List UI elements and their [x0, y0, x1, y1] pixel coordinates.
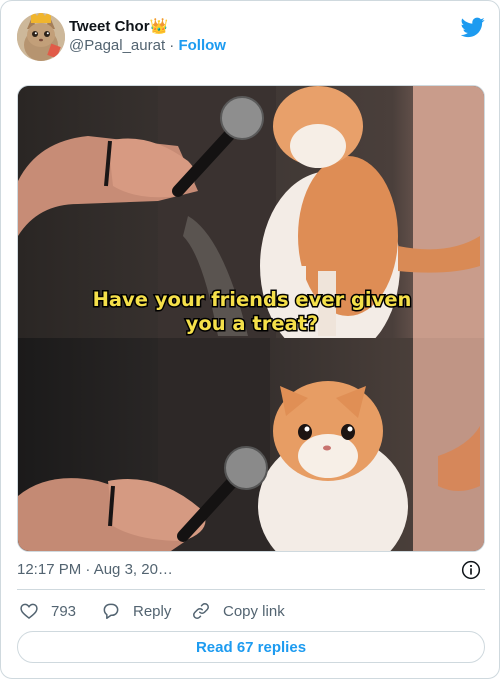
tweet-header: Tweet Chor👑 @Pagal_aurat · Follow — [17, 13, 485, 63]
handle-row: @Pagal_aurat · Follow — [69, 36, 226, 56]
caption-line-2: you a treat? — [186, 312, 319, 335]
divider — [17, 589, 485, 590]
copy-link-label: Copy link — [223, 602, 285, 620]
tweet-card: Tweet Chor👑 @Pagal_aurat · Follow Have y… — [0, 0, 500, 679]
display-name[interactable]: Tweet Chor👑 — [69, 17, 226, 36]
reply-bubble-icon — [103, 603, 119, 619]
twitter-bird-icon[interactable] — [461, 15, 485, 39]
meme-image: Have your friends ever given you a treat… — [18, 86, 484, 551]
heart-icon — [20, 603, 38, 620]
display-name-text: Tweet Chor — [69, 18, 150, 35]
info-icon[interactable] — [461, 560, 481, 580]
like-count: 793 — [51, 602, 77, 620]
tweet-meta: 12:17 PM · Aug 3, 20… — [17, 559, 485, 581]
caption-line-1: Have your friends ever given — [93, 288, 412, 311]
reply-label: Reply — [133, 602, 172, 620]
crown-emoji: 👑 — [149, 18, 169, 35]
link-icon — [193, 603, 209, 619]
tweet-media-image[interactable]: Have your friends ever given you a treat… — [17, 85, 485, 552]
reply-button[interactable]: Reply — [101, 599, 171, 623]
follow-button[interactable]: Follow — [178, 37, 226, 54]
author-names: Tweet Chor👑 @Pagal_aurat · Follow — [69, 17, 226, 56]
handle[interactable]: @Pagal_aurat — [69, 37, 165, 54]
action-bar: 793 Reply Copy link — [17, 599, 485, 623]
copy-link-button[interactable]: Copy link — [191, 599, 285, 623]
like-button[interactable]: 793 — [19, 599, 76, 623]
timestamp[interactable]: 12:17 PM · Aug 3, 20… — [17, 561, 173, 578]
separator-dot: · — [169, 37, 175, 54]
avatar[interactable] — [17, 13, 65, 61]
read-replies-button[interactable]: Read 67 replies — [17, 631, 485, 663]
